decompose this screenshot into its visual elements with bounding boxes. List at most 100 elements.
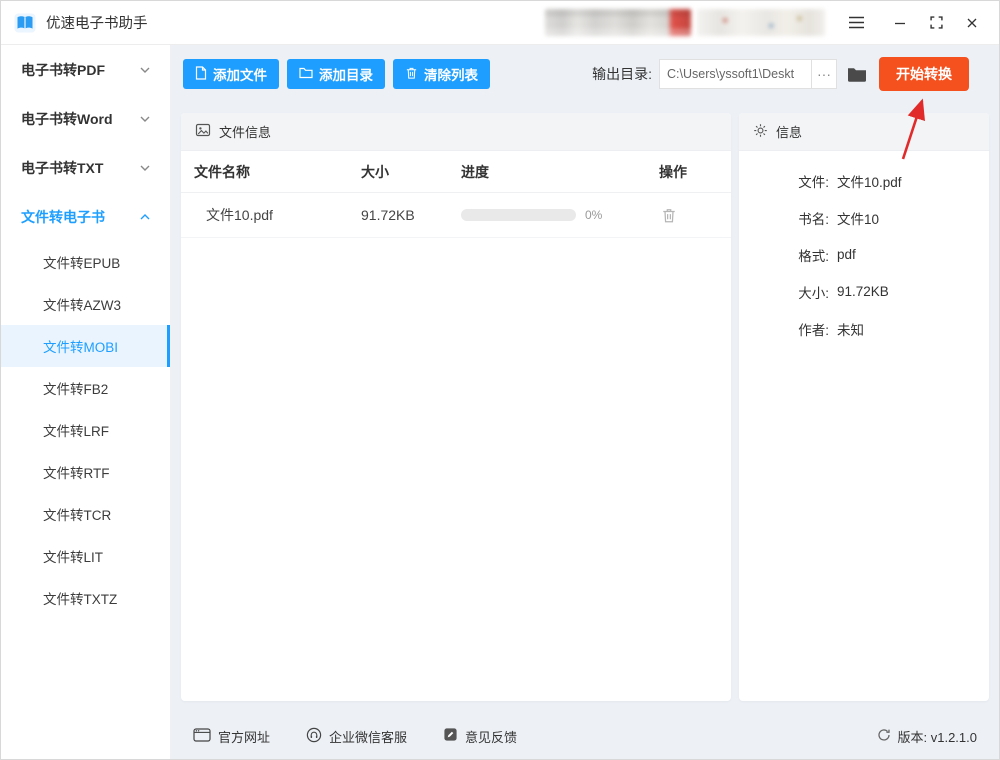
- gear-icon: [753, 123, 768, 141]
- refresh-icon[interactable]: [877, 728, 891, 745]
- close-button[interactable]: [957, 8, 987, 38]
- info-fields: 文件: 文件10.pdf 书名: 文件10 格式: pdf 大小: 91.72K…: [739, 151, 989, 347]
- sidebar-item-lrf[interactable]: 文件转LRF: [1, 409, 170, 451]
- sidebar-group-ebook-to-word[interactable]: 电子书转Word: [1, 94, 170, 143]
- sidebar-item-azw3[interactable]: 文件转AZW3: [1, 283, 170, 325]
- feedback-icon: [443, 727, 458, 745]
- file-progress: 0%: [461, 208, 651, 222]
- info-panel-header: 信息: [739, 113, 989, 151]
- table-row: 文件10.pdf 91.72KB 0%: [181, 193, 731, 238]
- add-file-button[interactable]: 添加文件: [183, 59, 279, 89]
- browser-icon: [193, 727, 211, 745]
- maximize-button[interactable]: [921, 8, 951, 38]
- sidebar-item-lit[interactable]: 文件转LIT: [1, 535, 170, 577]
- version-info: 版本: v1.2.1.0: [877, 727, 977, 746]
- chevron-down-icon: [140, 116, 150, 122]
- blurred-banner-2: [697, 9, 825, 36]
- wechat-support-link[interactable]: 企业微信客服: [306, 727, 407, 746]
- info-value: 文件10.pdf: [837, 174, 902, 190]
- main-area: 添加文件 添加目录 清除列表 输出目录: ···: [171, 45, 999, 759]
- blurred-banner: [545, 9, 691, 36]
- titlebar-left: 优速电子书助手: [13, 11, 148, 35]
- info-label: 格式:: [798, 248, 829, 264]
- sidebar-group-label: 电子书转Word: [21, 110, 113, 127]
- open-folder-icon[interactable]: [847, 66, 867, 82]
- info-panel-title: 信息: [776, 125, 803, 140]
- info-row-format: 格式: pdf: [739, 236, 989, 273]
- sidebar-item-tcr[interactable]: 文件转TCR: [1, 493, 170, 535]
- titlebar: 优速电子书助手: [1, 1, 999, 45]
- output-group: 输出目录: ··· 开始转换: [592, 57, 969, 91]
- info-row-file: 文件: 文件10.pdf: [739, 162, 989, 199]
- sidebar-item-fb2[interactable]: 文件转FB2: [1, 367, 170, 409]
- feedback-label: 意见反馈: [465, 729, 518, 745]
- sidebar-group-file-to-ebook[interactable]: 文件转电子书: [1, 192, 170, 241]
- info-value: pdf: [837, 247, 856, 262]
- chevron-up-icon: [140, 213, 150, 220]
- version-label: 版本: v1.2.1.0: [897, 729, 977, 745]
- headset-chat-icon: [306, 727, 322, 746]
- official-website-link[interactable]: 官方网址: [193, 727, 270, 746]
- info-label: 大小:: [798, 285, 829, 301]
- file-size: 91.72KB: [361, 207, 415, 223]
- add-folder-button[interactable]: 添加目录: [287, 59, 385, 89]
- menu-icon[interactable]: [841, 8, 871, 38]
- chevron-down-icon: [140, 165, 150, 171]
- app-title: 优速电子书助手: [46, 16, 148, 32]
- info-value: 未知: [837, 322, 864, 338]
- sidebar-group-label: 电子书转TXT: [21, 159, 104, 176]
- output-dir-label: 输出目录:: [592, 66, 652, 82]
- col-progress: 进度: [461, 163, 489, 180]
- file-panel-header: 文件信息: [181, 113, 731, 151]
- clear-list-button[interactable]: 清除列表: [393, 59, 490, 89]
- sidebar-group-ebook-to-txt[interactable]: 电子书转TXT: [1, 143, 170, 192]
- wechat-support-label: 企业微信客服: [329, 729, 408, 745]
- sidebar-group-label: 文件转电子书: [21, 208, 105, 225]
- footer: 官方网址 企业微信客服 意见反馈 版本: v1.2.1.0: [181, 713, 989, 759]
- feedback-link[interactable]: 意见反馈: [443, 727, 517, 746]
- progress-bar: [461, 209, 576, 221]
- info-label: 文件:: [798, 174, 829, 190]
- file-icon: [195, 65, 207, 83]
- sidebar-item-txtz[interactable]: 文件转TXTZ: [1, 577, 170, 619]
- app-window: 优速电子书助手 电子书转PDF 电子书转Word 电子书转TXT 文件转电子书 …: [0, 0, 1000, 760]
- delete-file-icon[interactable]: [659, 205, 679, 226]
- file-name: 文件10.pdf: [206, 207, 273, 223]
- info-value: 文件10: [837, 211, 880, 227]
- file-actions: [651, 205, 731, 226]
- trash-icon: [405, 66, 418, 83]
- info-label: 书名:: [798, 211, 829, 227]
- sidebar: 电子书转PDF 电子书转Word 电子书转TXT 文件转电子书 文件转EPUB …: [1, 45, 171, 759]
- progress-percent: 0%: [585, 208, 603, 222]
- image-icon: [195, 122, 211, 141]
- chevron-down-icon: [140, 67, 150, 73]
- minimize-button[interactable]: [885, 8, 915, 38]
- info-row-bookname: 书名: 文件10: [739, 199, 989, 236]
- file-list-panel: 文件信息 文件名称 大小 进度 操作 文件10.pdf 91.72KB 0%: [181, 113, 731, 701]
- sidebar-item-mobi[interactable]: 文件转MOBI: [1, 325, 170, 367]
- folder-icon: [299, 67, 313, 82]
- info-panel: 信息 文件: 文件10.pdf 书名: 文件10 格式: pdf 大小: 91.…: [739, 113, 989, 701]
- toolbar: 添加文件 添加目录 清除列表 输出目录: ···: [183, 57, 969, 91]
- file-panel-title: 文件信息: [219, 125, 272, 140]
- table-header: 文件名称 大小 进度 操作: [181, 151, 731, 193]
- sidebar-item-rtf[interactable]: 文件转RTF: [1, 451, 170, 493]
- sidebar-item-epub[interactable]: 文件转EPUB: [1, 241, 170, 283]
- official-website-label: 官方网址: [218, 729, 271, 745]
- col-size: 大小: [361, 163, 389, 180]
- info-row-author: 作者: 未知: [739, 310, 989, 347]
- col-action: 操作: [659, 163, 687, 180]
- sidebar-group-label: 电子书转PDF: [21, 61, 105, 78]
- app-logo-icon: [13, 11, 37, 35]
- col-filename: 文件名称: [194, 163, 250, 180]
- clear-list-label: 清除列表: [424, 68, 478, 83]
- sidebar-group-ebook-to-pdf[interactable]: 电子书转PDF: [1, 45, 170, 94]
- start-convert-button[interactable]: 开始转换: [879, 57, 969, 91]
- info-label: 作者:: [798, 322, 829, 338]
- browse-more-button[interactable]: ···: [811, 59, 837, 89]
- output-path-input[interactable]: [659, 59, 811, 89]
- titlebar-right: [545, 8, 987, 38]
- add-file-label: 添加文件: [213, 68, 267, 83]
- info-value: 91.72KB: [837, 284, 889, 299]
- add-folder-label: 添加目录: [319, 68, 373, 83]
